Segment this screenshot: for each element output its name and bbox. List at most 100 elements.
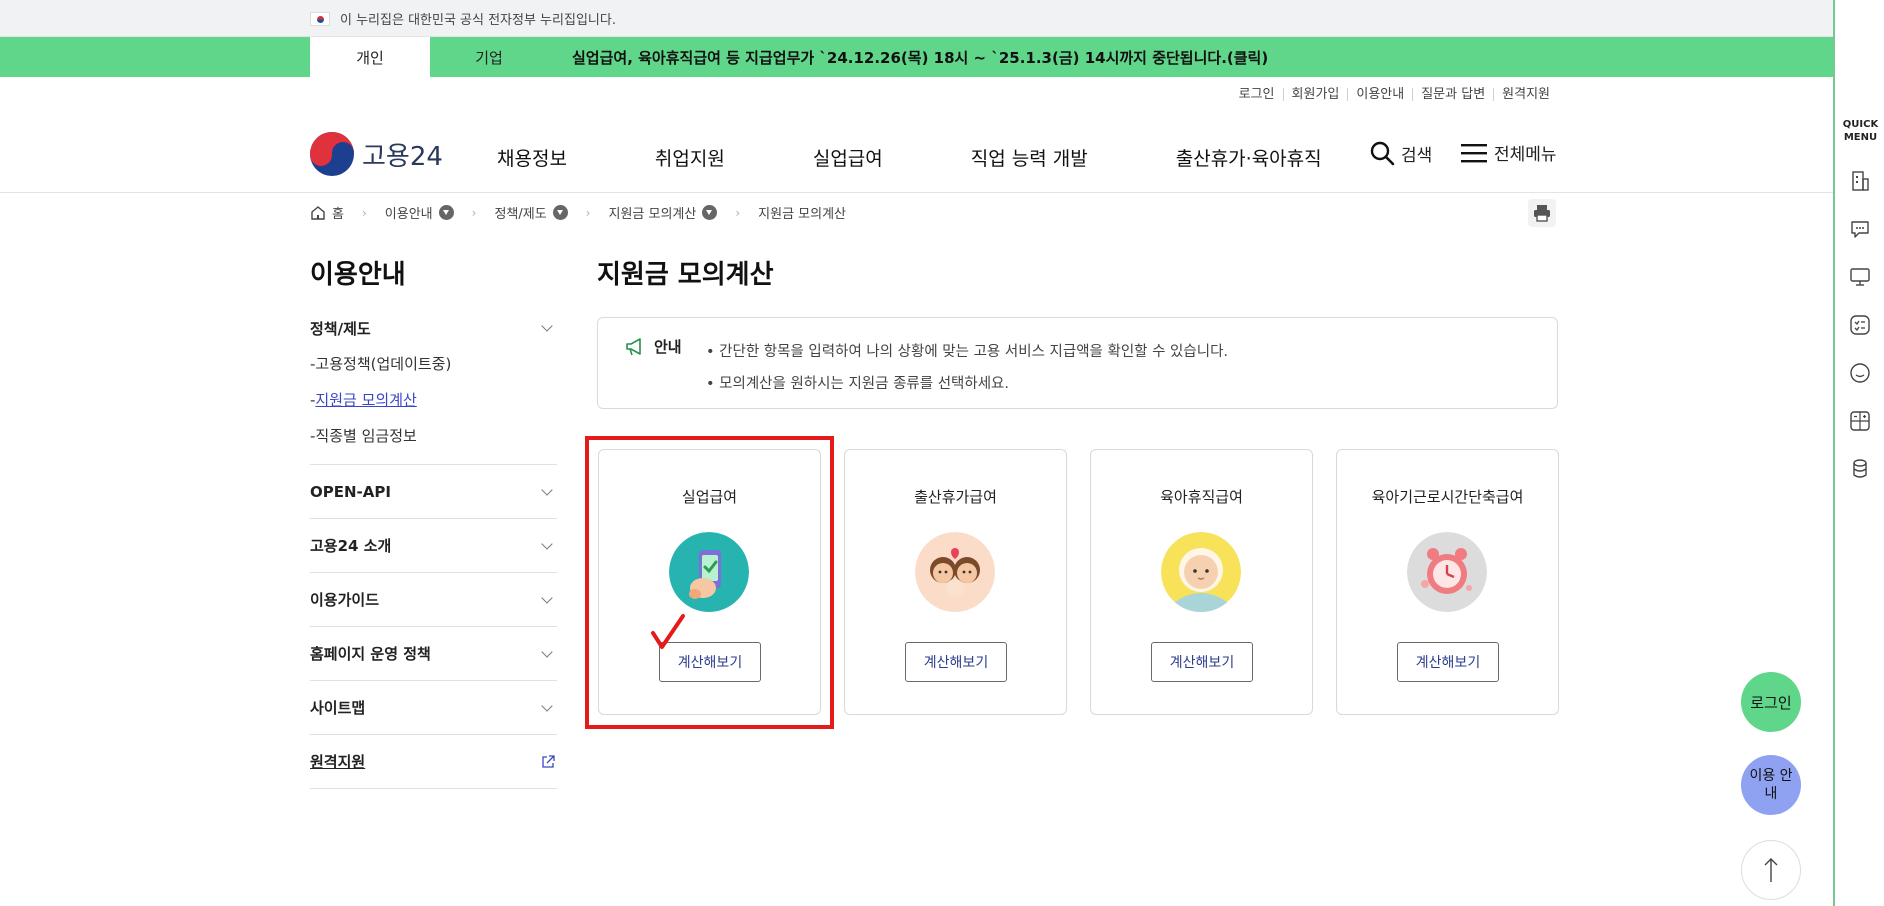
dropdown-icon: [702, 205, 718, 220]
all-menu-button[interactable]: 전체메뉴: [1460, 140, 1557, 165]
alarm-clock-illustration-icon: [1407, 532, 1487, 612]
parents-baby-illustration-icon: [915, 532, 995, 612]
breadcrumb-calc[interactable]: 지원금 모의계산: [608, 203, 718, 222]
nav-vocational-training[interactable]: 직업 능력 개발: [971, 144, 1088, 171]
nav-jobs[interactable]: 채용정보: [497, 144, 567, 171]
chevron-down-icon: [541, 699, 553, 712]
info-box: 안내 • 간단한 항목을 입력하여 나의 상황에 맞는 고용 서비스 지급액을 …: [597, 317, 1558, 409]
chevron-down-icon: [541, 320, 553, 332]
highlight-box: [585, 436, 834, 729]
checkmark-icon: [651, 614, 685, 649]
login-link[interactable]: 로그인: [1231, 88, 1283, 101]
breadcrumb-home[interactable]: 홈: [310, 203, 344, 222]
card-title: 육아기근로시간단축급여: [1371, 488, 1524, 506]
sidebar-group-remote-support: 원격지원: [310, 735, 557, 789]
card-maternity-leave-benefit: 출산휴가급여 계산해보기: [844, 449, 1067, 715]
calc-maternity-button[interactable]: 계산해보기: [905, 642, 1007, 682]
nav-employment-support[interactable]: 취업지원: [655, 144, 725, 171]
sidebar-item-wage-info[interactable]: -직종별 임금정보: [310, 418, 557, 454]
quick-menu-title: QUICK MENU: [1842, 119, 1879, 143]
utility-links: 로그인 회원가입 이용안내 질문과 답변 원격지원: [1231, 88, 1558, 101]
site-header: 고용24 채용정보 취업지원 실업급여 직업 능력 개발 출산휴가·육아휴직 검…: [0, 110, 1833, 193]
monitor-icon[interactable]: [1849, 266, 1871, 288]
smile-icon[interactable]: [1849, 362, 1871, 384]
checklist-icon[interactable]: [1849, 314, 1871, 336]
sidebar-item-remote-support[interactable]: 원격지원: [310, 735, 557, 788]
qna-link[interactable]: 질문과 답변: [1412, 88, 1493, 101]
building-icon[interactable]: [1849, 170, 1871, 192]
all-menu-label: 전체메뉴: [1494, 145, 1557, 165]
breadcrumb-policy[interactable]: 정책/제도: [494, 203, 568, 222]
sidebar-item-subsidy-calc[interactable]: -지원금 모의계산: [310, 382, 557, 418]
card-parental-leave-benefit: 육아휴직급여 계산해보기: [1090, 449, 1313, 715]
sidebar-group-usage-guide: 이용가이드: [310, 573, 557, 627]
search-button[interactable]: 검색: [1369, 140, 1432, 166]
breadcrumb: 홈 › 이용안내 › 정책/제도 › 지원금 모의계산 › 지원금 모의계산: [310, 203, 846, 222]
card-title: 육아휴직급여: [1160, 488, 1243, 506]
card-reduced-hours-benefit: 육아기근로시간단축급여 계산해보기: [1336, 449, 1559, 715]
chevron-down-icon: [541, 483, 553, 496]
tab-corp[interactable]: 기업: [430, 37, 548, 77]
sidebar-group-policy-toggle[interactable]: 정책/제도: [310, 310, 557, 346]
sidebar-group-openapi: OPEN-API: [310, 465, 557, 519]
chevron-right-icon: ›: [471, 205, 477, 220]
breadcrumb-current: 지원금 모의계산: [758, 207, 847, 222]
home-icon: [311, 205, 325, 220]
chevron-right-icon: ›: [361, 205, 367, 220]
info-text: • 간단한 항목을 입력하여 나의 상황에 맞는 고용 서비스 지급액을 확인할…: [706, 344, 1229, 392]
printer-icon: [1534, 205, 1550, 222]
megaphone-icon: [626, 337, 641, 355]
sidebar-group-about-toggle[interactable]: 고용24 소개: [310, 519, 557, 572]
remote-support-link[interactable]: 원격지원: [1493, 88, 1558, 101]
service-notice-link[interactable]: 실업급여, 육아휴직급여 등 지급업무가 `24.12.26(목) 18시 ~ …: [572, 47, 1268, 68]
scroll-top-button[interactable]: [1741, 840, 1801, 900]
sidebar-group-about: 고용24 소개: [310, 519, 557, 573]
card-title: 출산휴가급여: [914, 488, 997, 506]
gov-banner: 이 누리집은 대한민국 공식 전자정부 누리집입니다.: [0, 0, 1833, 37]
coins-icon[interactable]: [1849, 458, 1871, 480]
main-nav: 채용정보 취업지원 실업급여 직업 능력 개발 출산휴가·육아휴직: [497, 144, 1322, 171]
quick-menu: QUICK MENU: [1833, 0, 1884, 906]
sidebar-nav: 정책/제도 -고용정책(업데이트중) -지원금 모의계산 -직종별 임금정보 O…: [310, 310, 557, 789]
nav-unemployment-benefit[interactable]: 실업급여: [813, 144, 883, 171]
chat-icon[interactable]: [1849, 218, 1871, 240]
search-label: 검색: [1401, 145, 1433, 166]
external-link-icon: [542, 754, 555, 768]
signup-link[interactable]: 회원가입: [1282, 88, 1348, 101]
sidebar-group-usage-guide-toggle[interactable]: 이용가이드: [310, 573, 557, 626]
sidebar-group-sitemap: 사이트맵: [310, 681, 557, 735]
chevron-down-icon: [541, 645, 553, 658]
baby-illustration-icon: [1161, 532, 1241, 612]
chevron-down-icon: [541, 591, 553, 604]
hamburger-icon: [1461, 143, 1487, 162]
sidebar-group-site-policy: 홈페이지 운영 정책: [310, 627, 557, 681]
calc-reduced-hours-button[interactable]: 계산해보기: [1397, 642, 1499, 682]
info-label: 안내: [624, 336, 682, 357]
gov-banner-text: 이 누리집은 대한민국 공식 전자정부 누리집입니다.: [340, 13, 616, 28]
korea-flag-icon: [310, 11, 330, 26]
sidebar-group-sitemap-toggle[interactable]: 사이트맵: [310, 681, 557, 734]
sidebar-group-openapi-toggle[interactable]: OPEN-API: [310, 465, 557, 518]
calc-parental-leave-button[interactable]: 계산해보기: [1151, 642, 1253, 682]
guide-link[interactable]: 이용안내: [1347, 88, 1412, 101]
logo-text: 고용24: [362, 141, 443, 172]
search-icon: [1370, 141, 1395, 166]
logo-emblem-icon: [310, 132, 354, 176]
site-logo[interactable]: 고용24: [310, 132, 443, 176]
sidebar-item-employment-policy[interactable]: -고용정책(업데이트중): [310, 346, 557, 382]
calculator-icon[interactable]: [1849, 410, 1871, 432]
sidebar-group-policy: 정책/제도 -고용정책(업데이트중) -지원금 모의계산 -직종별 임금정보: [310, 310, 557, 465]
sidebar-group-site-policy-toggle[interactable]: 홈페이지 운영 정책: [310, 627, 557, 680]
print-button[interactable]: [1528, 199, 1556, 227]
dropdown-icon: [438, 205, 454, 220]
chevron-right-icon: ›: [585, 205, 591, 220]
page-title: 지원금 모의계산: [597, 260, 774, 290]
nav-parental-leave[interactable]: 출산휴가·육아휴직: [1176, 144, 1322, 171]
floating-guide-button[interactable]: 이용 안내: [1741, 755, 1801, 815]
sidebar-title: 이용안내: [310, 260, 406, 290]
chevron-down-icon: [541, 537, 553, 550]
breadcrumb-guide[interactable]: 이용안내: [385, 203, 454, 222]
tab-personal[interactable]: 개인: [310, 37, 430, 77]
dropdown-icon: [552, 205, 568, 220]
floating-login-button[interactable]: 로그인: [1741, 672, 1801, 732]
